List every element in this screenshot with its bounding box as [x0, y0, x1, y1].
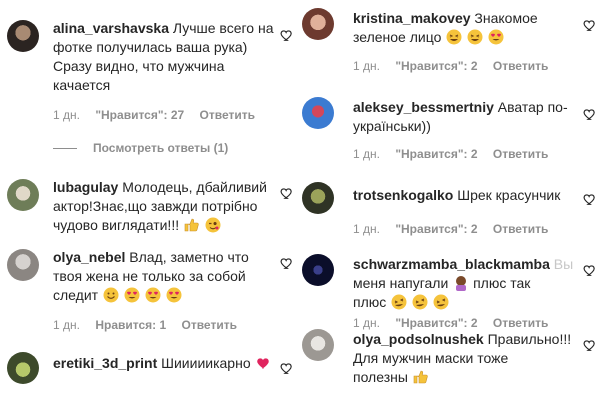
like-heart-icon[interactable]: [280, 256, 294, 270]
avatar[interactable]: [7, 352, 39, 384]
comment-text: schwarzmamba_blackmamba Вы меня напугали…: [353, 256, 574, 310]
smile-face-icon: [103, 287, 119, 303]
avatar[interactable]: [302, 97, 334, 129]
comment-username[interactable]: alina_varshavska: [53, 20, 169, 36]
like-heart-icon[interactable]: [280, 28, 294, 42]
avatar[interactable]: [302, 254, 334, 286]
comment-username[interactable]: olya_podsolnushek: [353, 331, 484, 347]
likes-count[interactable]: "Нравится": 2: [395, 222, 477, 236]
likes-count[interactable]: "Нравится": 27: [95, 108, 184, 122]
likes-count[interactable]: "Нравится": 2: [395, 59, 477, 73]
avatar[interactable]: [302, 329, 334, 361]
rofl-face-icon: [391, 294, 407, 310]
rofl-face-icon: [433, 294, 449, 310]
comment-text: olya_nebel Влад, заметно что твоя жена н…: [53, 249, 249, 303]
thumbs-up-icon: [184, 218, 199, 232]
avatar[interactable]: [302, 182, 334, 214]
like-heart-icon[interactable]: [583, 263, 597, 277]
wink-face-icon: [205, 217, 221, 233]
comment-text: kristina_makovey Знакомое зеленое лицо: [353, 10, 538, 45]
thumbs-up-icon: [413, 370, 428, 384]
likes-count[interactable]: "Нравится": 2: [395, 316, 477, 330]
comment-item: alina_varshavska Лучше всего на фотке по…: [0, 14, 298, 155]
avatar[interactable]: [7, 20, 39, 52]
comment-item: olya_podsolnushek Правильно!!! Для мужчи…: [298, 329, 605, 401]
reply-button[interactable]: Ответить: [200, 108, 255, 122]
laughing-face-icon: [467, 29, 483, 45]
reply-button[interactable]: Ответить: [493, 316, 548, 330]
comment-time: 1 дн.: [353, 59, 380, 73]
comment-time: 1 дн.: [53, 318, 80, 332]
comment-meta: 1 дн. "Нравится": 2 Ответить: [353, 222, 560, 236]
laughing-face-icon: [446, 29, 462, 45]
comment-text: alina_varshavska Лучше всего на фотке по…: [53, 20, 274, 93]
face-palm-icon: [456, 276, 467, 291]
avatar[interactable]: [7, 249, 39, 281]
like-heart-icon[interactable]: [583, 338, 597, 352]
comment-username[interactable]: schwarzmamba_blackmamba: [353, 256, 550, 272]
comment-text: aleksey_bessmertniy Аватар по- українськ…: [353, 99, 568, 134]
comment-username[interactable]: lubagulay: [53, 179, 118, 195]
comment-item: olya_nebel Влад, заметно что твоя жена н…: [0, 244, 298, 339]
comment-item: aleksey_bessmertniy Аватар по- українськ…: [298, 97, 605, 167]
comment-text: eretiki_3d_print Шииииикарно: [53, 354, 283, 373]
rofl-face-icon: [412, 294, 428, 310]
like-heart-icon[interactable]: [280, 361, 294, 375]
heart-eyes-icon: [488, 29, 504, 45]
heart-eyes-icon: [166, 287, 182, 303]
comment-time: 1 дн.: [353, 316, 380, 330]
comment-meta: 1 дн. "Нравится": 2 Ответить: [353, 147, 560, 161]
comment-meta: 1 дн. Нравится: 1 Ответить: [53, 318, 249, 332]
comment-time: 1 дн.: [53, 108, 80, 122]
reply-button[interactable]: Ответить: [493, 59, 548, 73]
comment-item: lubagulay Молодець, дбайливий актор!Знає…: [0, 174, 298, 234]
comment-username[interactable]: olya_nebel: [53, 249, 125, 265]
like-heart-icon[interactable]: [280, 186, 294, 200]
comment-item: trotsenkogalko Шрек красунчик 1 дн. "Нра…: [298, 182, 605, 242]
heart-eyes-icon: [145, 287, 161, 303]
comment-text: lubagulay Молодець, дбайливий актор!Знає…: [53, 179, 267, 233]
like-heart-icon[interactable]: [583, 192, 597, 206]
comment-time: 1 дн.: [353, 147, 380, 161]
comment-meta: 1 дн. "Нравится": 2 Ответить: [353, 316, 560, 330]
reply-button[interactable]: Ответить: [493, 147, 548, 161]
like-heart-icon[interactable]: [583, 18, 597, 32]
reply-button[interactable]: Ответить: [182, 318, 237, 332]
comment-username[interactable]: aleksey_bessmertniy: [353, 99, 494, 115]
comment-username[interactable]: eretiki_3d_print: [53, 355, 157, 371]
like-heart-icon[interactable]: [583, 107, 597, 121]
comment-text: trotsenkogalko Шрек красунчик: [353, 187, 561, 203]
comment-time: 1 дн.: [353, 222, 380, 236]
comment-username[interactable]: trotsenkogalko: [353, 187, 453, 203]
heart-eyes-icon: [124, 287, 140, 303]
comment-text: olya_podsolnushek Правильно!!! Для мужчи…: [353, 331, 572, 385]
comment-meta: 1 дн. "Нравится": 2 Ответить: [353, 59, 560, 73]
reply-button[interactable]: Ответить: [493, 222, 548, 236]
replies-divider: [53, 148, 77, 150]
likes-count[interactable]: "Нравится": 2: [395, 147, 477, 161]
comment-meta: 1 дн. "Нравится": 27 Ответить: [53, 108, 267, 122]
likes-count[interactable]: Нравится: 1: [95, 318, 166, 332]
avatar[interactable]: [7, 179, 39, 211]
comment-item: eretiki_3d_print Шииииикарно: [0, 350, 298, 401]
comment-item: kristina_makovey Знакомое зеленое лицо 1…: [298, 8, 605, 78]
avatar[interactable]: [302, 8, 334, 40]
view-replies-link[interactable]: Посмотреть ответы (1): [53, 141, 228, 155]
comment-item: schwarzmamba_blackmamba Вы меня напугали…: [298, 254, 605, 330]
red-heart-icon: [256, 358, 269, 369]
comment-username[interactable]: kristina_makovey: [353, 10, 471, 26]
